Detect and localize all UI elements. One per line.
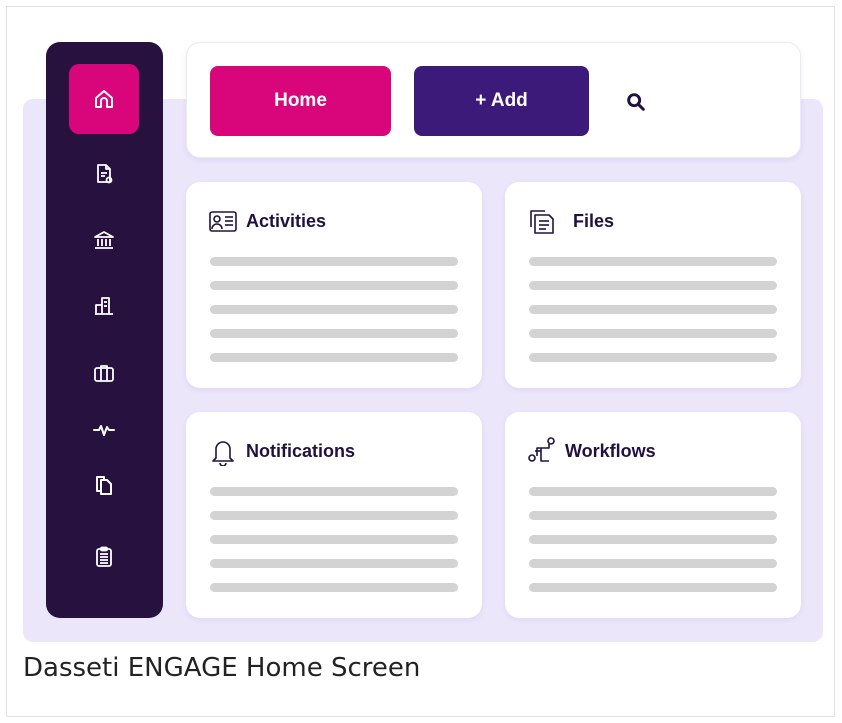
sidebar-item-reports[interactable] [69, 522, 139, 592]
card-title: Notifications [246, 440, 356, 461]
workflows-card[interactable]: Workflows [505, 412, 801, 618]
top-toolbar: Home + Add [186, 42, 801, 158]
add-button[interactable]: + Add [414, 66, 589, 136]
card-header: Activities [208, 206, 326, 236]
workflow-icon [528, 437, 555, 462]
pulse-icon [93, 425, 115, 436]
contact-card-icon [209, 211, 237, 232]
placeholder-lines [529, 487, 777, 607]
activities-card[interactable]: Activities [186, 182, 482, 388]
sidebar-item-companies[interactable] [69, 271, 139, 341]
placeholder-lines [210, 487, 458, 607]
bank-icon [94, 231, 114, 249]
sidebar-item-copies[interactable] [69, 451, 139, 521]
briefcase-icon [94, 365, 114, 382]
home-icon [95, 90, 113, 108]
notifications-card[interactable]: Notifications [186, 412, 482, 618]
card-header: Workflows [527, 436, 656, 466]
sidebar-item-home[interactable] [69, 64, 139, 134]
caption: Dasseti ENGAGE Home Screen [23, 653, 421, 683]
card-title: Files [573, 210, 615, 231]
placeholder-lines [210, 257, 458, 377]
search-icon[interactable] [625, 91, 647, 113]
document-icon [97, 164, 113, 184]
bell-icon [212, 441, 234, 466]
clipboard-icon [96, 546, 112, 567]
sidebar-item-institutions[interactable] [69, 205, 139, 275]
home-button[interactable]: Home [210, 66, 391, 136]
placeholder-lines [529, 257, 777, 377]
buildings-icon [95, 297, 113, 315]
card-title: Activities [246, 210, 327, 231]
card-header: Notifications [208, 436, 355, 466]
files-card[interactable]: Files [505, 182, 801, 388]
copy-icon [96, 476, 112, 495]
card-header: Files [527, 206, 614, 236]
sidebar-item-documents[interactable] [69, 139, 139, 209]
card-title: Workflows [565, 440, 656, 461]
sidebar [46, 42, 163, 618]
files-icon [530, 210, 554, 234]
